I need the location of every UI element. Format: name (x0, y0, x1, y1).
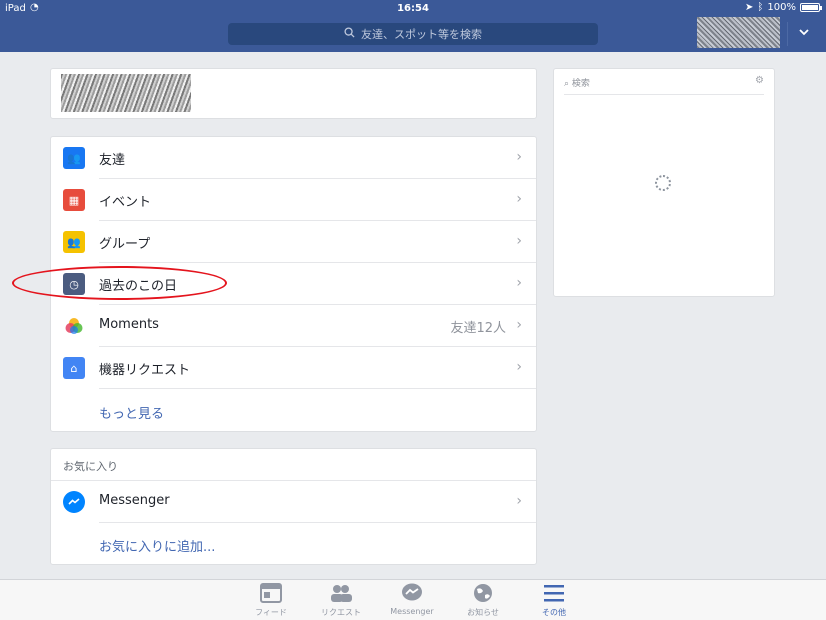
bluetooth-icon: ᛒ (757, 2, 764, 13)
sidebar-search[interactable]: ⌕ 検索 (564, 76, 590, 89)
friends-icon: 👥 (63, 147, 85, 169)
chevron-right-icon: › (516, 191, 522, 207)
menu-item-label: Moments (99, 317, 159, 332)
battery-percent: 100% (767, 2, 796, 13)
tab-label: その他 (542, 608, 566, 617)
favorites-header: お気に入り (63, 460, 118, 473)
tab-feed[interactable]: フィード (241, 583, 301, 618)
calendar-icon: ▦ (63, 189, 85, 211)
menu-item-moments[interactable]: Moments 友達12人 › (51, 305, 536, 347)
tab-label: Messenger (390, 607, 434, 616)
menu-item-label: Messenger (99, 493, 170, 508)
tab-label: フィード (255, 608, 287, 617)
header-divider (787, 22, 788, 46)
loading-spinner (655, 175, 671, 191)
chevron-right-icon: › (516, 233, 522, 249)
divider (564, 94, 764, 95)
menu-item-groups[interactable]: 👥 グループ › (51, 221, 536, 263)
top-bar: iPad ◔ 16:54 ➤ ᛒ 100% 友達、スポット等を検索 (0, 0, 826, 52)
tab-label: リクエスト (321, 608, 361, 617)
tab-label: お知らせ (467, 608, 499, 617)
menu-icon (524, 583, 584, 607)
favorites-card: お気に入り Messenger › お気に入りに追加... (50, 448, 537, 565)
battery-icon (800, 3, 822, 12)
chevron-right-icon: › (516, 149, 522, 165)
tab-bar: フィード リクエスト Messenger お知らせ その他 (0, 579, 826, 620)
profile-card[interactable] (50, 68, 537, 119)
messenger-icon (63, 491, 85, 513)
globe-icon (453, 583, 513, 607)
home-device-icon: ⌂ (63, 357, 85, 379)
search-icon (344, 27, 355, 41)
messenger-icon (382, 583, 442, 607)
menu-item-label: 友達 (99, 153, 126, 168)
favorite-item-messenger[interactable]: Messenger › (51, 481, 536, 523)
chevron-right-icon: › (516, 359, 522, 375)
location-icon: ➤ (745, 2, 754, 13)
chevron-right-icon: › (516, 317, 522, 333)
divider (99, 522, 536, 523)
friend-requests-icon (311, 583, 371, 607)
tab-notifications[interactable]: お知らせ (453, 583, 513, 618)
add-favorite-link[interactable]: お気に入りに追加... (99, 536, 215, 555)
menu-item-label: イベント (99, 195, 152, 210)
feed-icon (241, 583, 301, 607)
search-placeholder: 友達、スポット等を検索 (361, 28, 482, 41)
menu-item-events[interactable]: ▦ イベント › (51, 179, 536, 221)
chevron-right-icon: › (516, 275, 522, 291)
sidebar-card: ⌕ 検索 ⚙ (553, 68, 775, 297)
tab-friend-requests[interactable]: リクエスト (311, 583, 371, 618)
tab-messenger[interactable]: Messenger (382, 583, 442, 616)
status-bar: iPad ◔ 16:54 ➤ ᛒ 100% (0, 0, 826, 17)
chevron-right-icon: › (516, 493, 522, 509)
tab-more[interactable]: その他 (524, 583, 584, 618)
menu-item-label: 機器リクエスト (99, 363, 191, 378)
gear-icon[interactable]: ⚙ (755, 75, 764, 86)
menu-item-device-requests[interactable]: ⌂ 機器リクエスト › (51, 347, 536, 389)
status-time: 16:54 (397, 3, 429, 14)
status-right: ➤ ᛒ 100% (745, 2, 822, 13)
menu-item-friends[interactable]: 👥 友達 › (51, 137, 536, 179)
search-icon: ⌕ (564, 79, 570, 89)
menu-item-label: グループ (99, 237, 151, 252)
moments-icon (63, 315, 85, 337)
see-more-link[interactable]: もっと見る (99, 403, 164, 422)
sidebar-search-label: 検索 (571, 79, 590, 89)
highlight-ellipse (12, 266, 227, 300)
profile-picture (61, 74, 191, 112)
search-input[interactable]: 友達、スポット等を検索 (228, 23, 598, 45)
groups-icon: 👥 (63, 231, 85, 253)
divider (99, 388, 536, 389)
chevron-down-icon[interactable] (798, 26, 810, 38)
friends-count: 友達12人 (450, 321, 506, 336)
profile-avatar[interactable] (697, 17, 780, 48)
